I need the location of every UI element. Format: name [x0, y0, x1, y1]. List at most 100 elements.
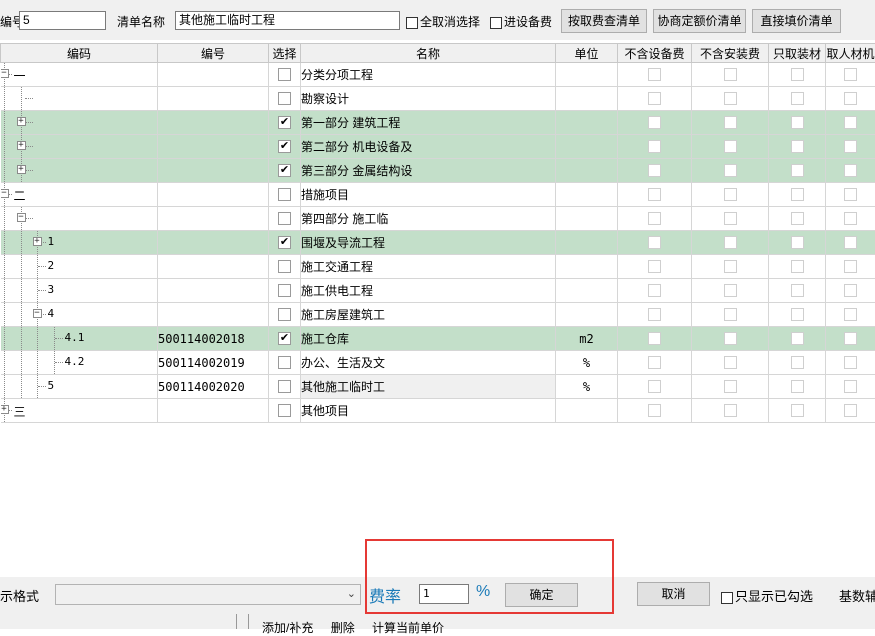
table-row[interactable]: 3 施工供电工程	[1, 279, 875, 303]
code-cell[interactable]: −4	[1, 303, 158, 327]
no-equipment-checkbox[interactable]	[648, 236, 661, 249]
no-equipment-cell[interactable]	[618, 351, 692, 375]
no-equipment-checkbox[interactable]	[648, 92, 661, 105]
code-cell[interactable]: −	[1, 207, 158, 231]
material-only-checkbox[interactable]	[791, 140, 804, 153]
col-name[interactable]: 名称	[301, 44, 556, 63]
select-cell[interactable]	[269, 351, 301, 375]
checkmark-icon[interactable]: ✔	[278, 236, 291, 249]
no-install-cell[interactable]	[692, 279, 769, 303]
no-install-checkbox[interactable]	[724, 236, 737, 249]
number-cell[interactable]: 500114002020	[158, 375, 269, 399]
labor-material-cell[interactable]	[826, 351, 875, 375]
material-only-checkbox[interactable]	[791, 68, 804, 81]
select-cell[interactable]	[269, 279, 301, 303]
no-equipment-cell[interactable]	[618, 327, 692, 351]
labor-material-checkbox[interactable]	[844, 236, 857, 249]
labor-material-cell[interactable]	[826, 231, 875, 255]
no-install-cell[interactable]	[692, 351, 769, 375]
no-install-cell[interactable]	[692, 135, 769, 159]
number-cell[interactable]	[158, 135, 269, 159]
code-cell[interactable]: 3	[1, 279, 158, 303]
material-only-checkbox[interactable]	[791, 116, 804, 129]
row-checkbox[interactable]	[278, 380, 291, 393]
labor-material-cell[interactable]	[826, 183, 875, 207]
no-equipment-checkbox[interactable]	[648, 284, 661, 297]
no-install-cell[interactable]	[692, 63, 769, 87]
no-install-checkbox[interactable]	[724, 140, 737, 153]
format-select[interactable]: ⌄	[55, 584, 361, 605]
no-equipment-cell[interactable]	[618, 207, 692, 231]
no-equipment-checkbox[interactable]	[648, 212, 661, 225]
collapse-icon[interactable]: −	[17, 213, 26, 222]
select-cell[interactable]: ✔	[269, 159, 301, 183]
checkmark-icon[interactable]: ✔	[278, 332, 291, 345]
unit-cell[interactable]	[556, 63, 618, 87]
unit-cell[interactable]	[556, 111, 618, 135]
table-row[interactable]: +✔第二部分 机电设备及	[1, 135, 875, 159]
name-cell[interactable]: 施工供电工程	[301, 279, 556, 303]
labor-material-cell[interactable]	[826, 207, 875, 231]
select-cell[interactable]	[269, 63, 301, 87]
material-only-checkbox[interactable]	[791, 404, 804, 417]
unit-cell[interactable]: m2	[556, 327, 618, 351]
name-cell[interactable]: 施工交通工程	[301, 255, 556, 279]
unit-cell[interactable]	[556, 183, 618, 207]
col-code[interactable]: 编码	[1, 44, 158, 63]
checkmark-icon[interactable]: ✔	[278, 164, 291, 177]
no-install-cell[interactable]	[692, 159, 769, 183]
labor-material-cell[interactable]	[826, 375, 875, 399]
name-cell[interactable]: 勘察设计	[301, 87, 556, 111]
unit-cell[interactable]	[556, 135, 618, 159]
material-only-checkbox[interactable]	[791, 188, 804, 201]
labor-material-checkbox[interactable]	[844, 332, 857, 345]
number-cell[interactable]	[158, 231, 269, 255]
number-cell[interactable]	[158, 159, 269, 183]
material-only-cell[interactable]	[769, 351, 826, 375]
col-unit[interactable]: 单位	[556, 44, 618, 63]
select-cell[interactable]	[269, 207, 301, 231]
expand-icon[interactable]: +	[17, 117, 26, 126]
table-row[interactable]: +1✔围堰及导流工程	[1, 231, 875, 255]
labor-material-checkbox[interactable]	[844, 356, 857, 369]
material-only-cell[interactable]	[769, 255, 826, 279]
labor-material-cell[interactable]	[826, 303, 875, 327]
no-equipment-checkbox[interactable]	[648, 188, 661, 201]
table-row[interactable]: −二措施项目	[1, 183, 875, 207]
material-only-cell[interactable]	[769, 327, 826, 351]
unit-cell[interactable]	[556, 207, 618, 231]
table-row[interactable]: +三其他项目	[1, 399, 875, 423]
no-install-cell[interactable]	[692, 375, 769, 399]
equipment-fee-checkbox[interactable]: 进设备费	[490, 13, 552, 30]
no-equipment-cell[interactable]	[618, 159, 692, 183]
no-equipment-cell[interactable]	[618, 87, 692, 111]
material-only-checkbox[interactable]	[791, 308, 804, 321]
name-cell[interactable]: 围堰及导流工程	[301, 231, 556, 255]
table-row[interactable]: −4施工房屋建筑工	[1, 303, 875, 327]
no-install-checkbox[interactable]	[724, 188, 737, 201]
unit-cell[interactable]	[556, 279, 618, 303]
table-row[interactable]: +✔第三部分 金属结构设	[1, 159, 875, 183]
col-material-only[interactable]: 只取装材	[769, 44, 826, 63]
no-install-checkbox[interactable]	[724, 164, 737, 177]
labor-material-cell[interactable]	[826, 111, 875, 135]
code-cell[interactable]: −一	[1, 63, 158, 87]
no-install-checkbox[interactable]	[724, 284, 737, 297]
select-cell[interactable]: ✔	[269, 135, 301, 159]
select-cell[interactable]	[269, 183, 301, 207]
no-install-checkbox[interactable]	[724, 92, 737, 105]
collapse-icon[interactable]: −	[1, 189, 9, 198]
no-equipment-checkbox[interactable]	[648, 332, 661, 345]
row-checkbox[interactable]	[278, 260, 291, 273]
no-equipment-cell[interactable]	[618, 231, 692, 255]
name-cell[interactable]: 第一部分 建筑工程	[301, 111, 556, 135]
no-install-checkbox[interactable]	[724, 68, 737, 81]
code-cell[interactable]: 5	[1, 375, 158, 399]
table-row[interactable]: 勘察设计	[1, 87, 875, 111]
labor-material-checkbox[interactable]	[844, 188, 857, 201]
name-cell[interactable]: 措施项目	[301, 183, 556, 207]
table-row[interactable]: 4.2500114002019办公、生活及文%	[1, 351, 875, 375]
labor-material-checkbox[interactable]	[844, 284, 857, 297]
material-only-cell[interactable]	[769, 183, 826, 207]
code-cell[interactable]: +	[1, 159, 158, 183]
